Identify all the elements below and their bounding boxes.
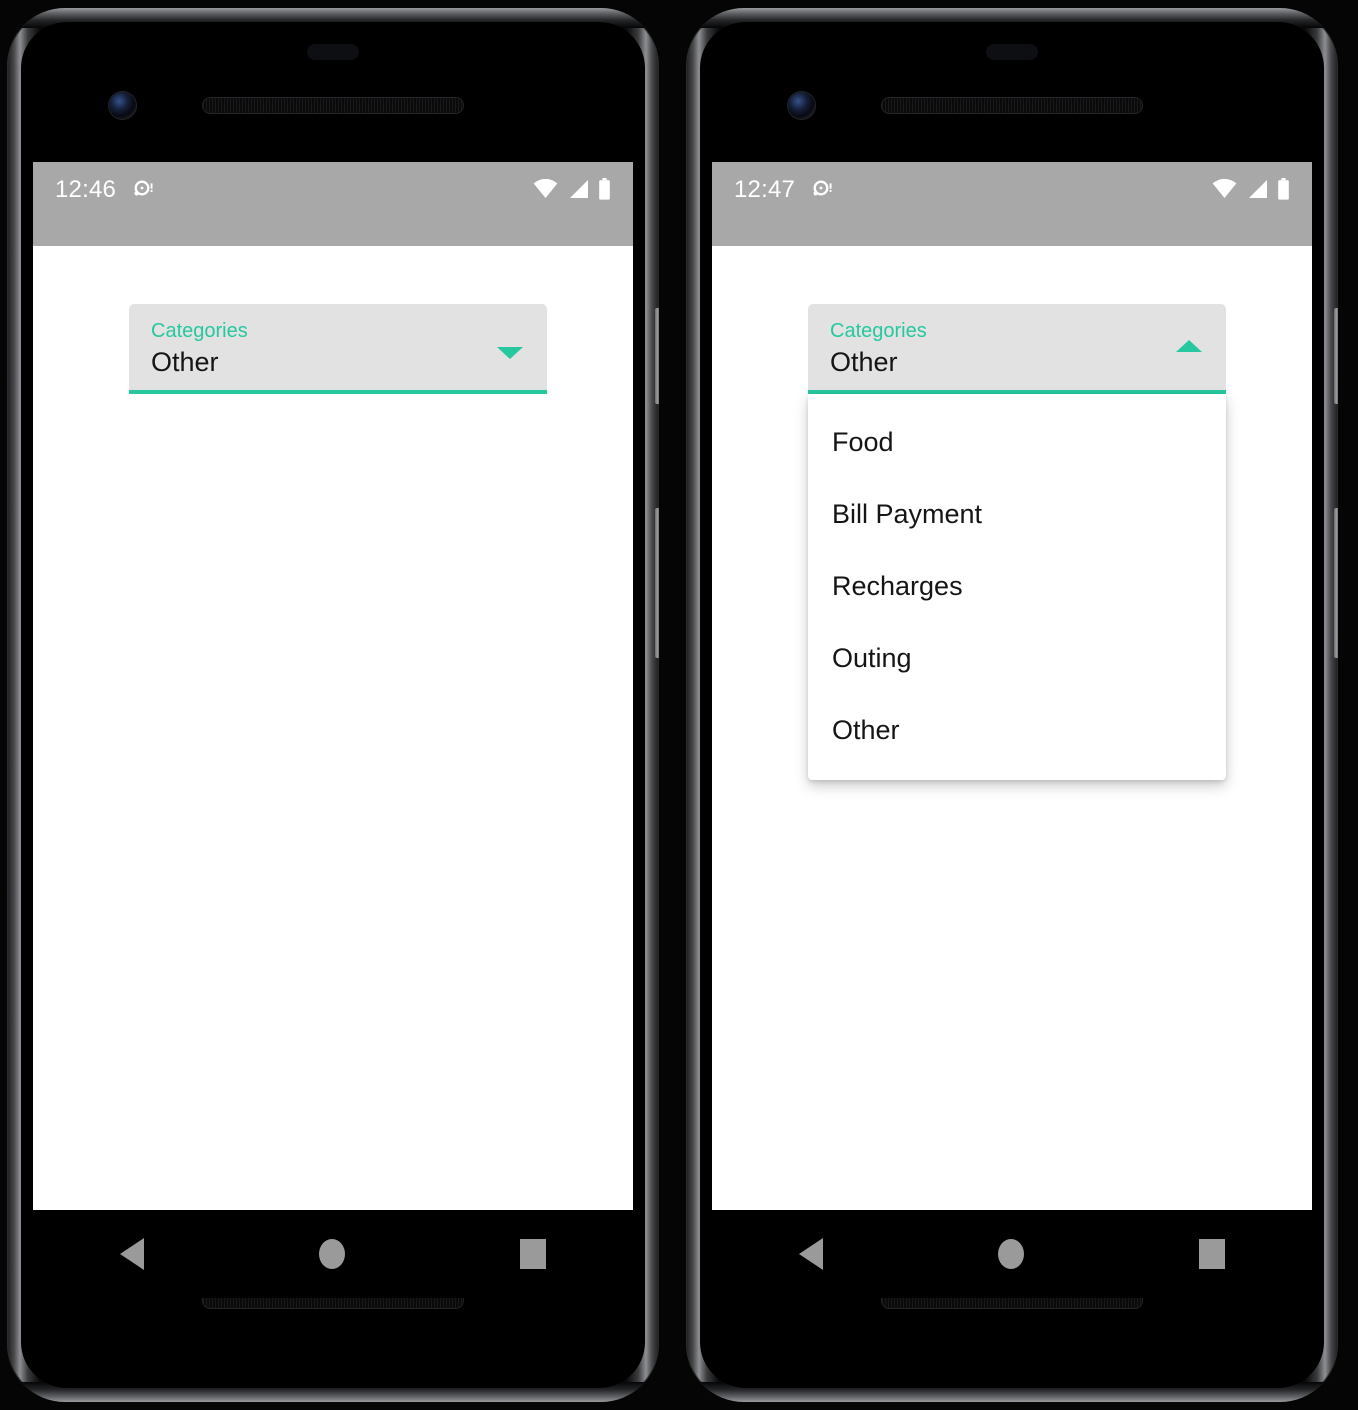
status-bar-clock: 12:46	[55, 176, 117, 203]
back-icon[interactable]	[799, 1238, 824, 1270]
spinner-selected-value: Other	[830, 347, 898, 377]
phone-device-right: 12:47 Categories Other Food Bill Payment…	[686, 8, 1338, 1402]
status-bar-right: 12:47	[712, 162, 1312, 246]
spinner-label: Categories	[151, 320, 248, 342]
spinner-label: Categories	[830, 320, 927, 342]
home-icon[interactable]	[997, 1239, 1024, 1269]
battery-icon	[598, 178, 611, 205]
spinner-field-left[interactable]: Categories Other	[129, 304, 547, 390]
power-button-right[interactable]	[1334, 308, 1338, 404]
chevron-down-icon[interactable]	[497, 347, 523, 359]
device-glass-right: 12:47 Categories Other Food Bill Payment…	[700, 22, 1324, 1388]
categories-spinner-right[interactable]: Categories Other Food Bill Payment Recha…	[808, 304, 1226, 780]
volume-button-left[interactable]	[655, 508, 659, 658]
wifi-icon	[1212, 178, 1237, 204]
recents-icon[interactable]	[519, 1239, 546, 1269]
phone-screen-left: 12:46 Categories Other	[33, 162, 633, 1210]
navigation-bar-right	[712, 1210, 1312, 1298]
dropdown-option-recharges[interactable]: Recharges	[808, 550, 1226, 622]
screenshot-stage: 12:46 Categories Other 12:47 Categories …	[0, 0, 1358, 1410]
wifi-icon	[533, 178, 558, 204]
status-bar-clock: 12:47	[734, 176, 796, 203]
status-bar-icons-left	[533, 178, 611, 205]
home-icon[interactable]	[318, 1239, 345, 1269]
dropdown-option-food[interactable]: Food	[808, 406, 1226, 478]
earpiece-speaker-icon	[203, 98, 463, 113]
status-bar-left: 12:46	[33, 162, 633, 246]
recents-icon[interactable]	[1198, 1239, 1225, 1269]
app-content-left: Categories Other	[33, 246, 633, 1210]
app-content-right: Categories Other Food Bill Payment Recha…	[712, 246, 1312, 1210]
front-camera-icon	[109, 92, 136, 119]
spinner-field-right[interactable]: Categories Other	[808, 304, 1226, 390]
alarm-icon	[132, 178, 154, 200]
dropdown-option-other[interactable]: Other	[808, 694, 1226, 766]
spinner-selected-value: Other	[151, 347, 219, 377]
sensor-notch-icon	[307, 44, 359, 60]
earpiece-speaker-icon	[882, 98, 1142, 113]
phone-device-left: 12:46 Categories Other	[7, 8, 659, 1402]
back-icon[interactable]	[120, 1238, 145, 1270]
navigation-bar-left	[33, 1210, 633, 1298]
sensor-notch-icon	[986, 44, 1038, 60]
device-glass-left: 12:46 Categories Other	[21, 22, 645, 1388]
categories-dropdown-menu[interactable]: Food Bill Payment Recharges Outing Other	[808, 394, 1226, 780]
dropdown-option-outing[interactable]: Outing	[808, 622, 1226, 694]
battery-icon	[1277, 178, 1290, 205]
status-bar-icons-right	[1212, 178, 1290, 205]
dropdown-option-bill-payment[interactable]: Bill Payment	[808, 478, 1226, 550]
cellular-signal-icon	[567, 179, 589, 204]
cellular-signal-icon	[1246, 179, 1268, 204]
volume-button-right[interactable]	[1334, 508, 1338, 658]
alarm-icon	[811, 178, 833, 200]
phone-screen-right: 12:47 Categories Other Food Bill Payment…	[712, 162, 1312, 1210]
power-button-left[interactable]	[655, 308, 659, 404]
categories-spinner-left[interactable]: Categories Other	[129, 304, 547, 394]
spinner-underline	[129, 390, 547, 394]
chevron-up-icon[interactable]	[1176, 340, 1202, 352]
front-camera-icon	[788, 92, 815, 119]
